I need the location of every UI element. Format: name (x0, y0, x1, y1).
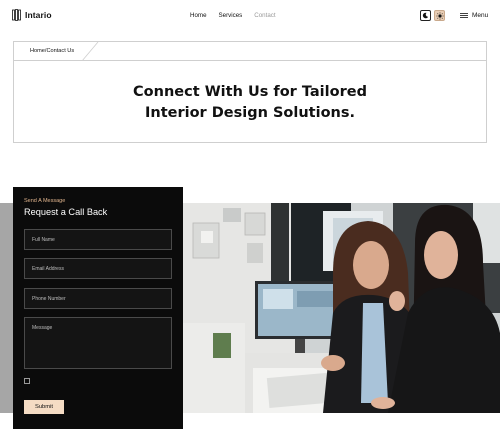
page-title: Connect With Us for Tailored Interior De… (14, 82, 486, 124)
logo[interactable]: Intario (12, 9, 52, 21)
message-field[interactable]: Message (24, 317, 172, 369)
submit-button[interactable]: Submit (24, 400, 64, 414)
nav-services[interactable]: Services (219, 12, 243, 19)
page-title-line-1: Connect With Us for Tailored (133, 84, 367, 100)
consent-checkbox[interactable] (24, 378, 30, 384)
page-title-line-2: Interior Design Solutions. (144, 105, 355, 121)
form-eyebrow: Send A Message (24, 198, 66, 204)
phone-placeholder: Phone Number (32, 296, 66, 302)
main-nav: Home Services Contact (190, 12, 276, 19)
breadcrumb-text[interactable]: Home/Contact Us (30, 48, 74, 54)
hamburger-icon (460, 13, 468, 18)
full-name-placeholder: Full Name (32, 237, 55, 243)
email-placeholder: Email Address (32, 266, 64, 272)
nav-contact[interactable]: Contact (254, 12, 275, 19)
sun-icon (435, 11, 444, 20)
menu-label: Menu (472, 12, 489, 19)
light-mode-button[interactable] (434, 10, 445, 21)
callback-form: Send A Message Request a Call Back Full … (13, 187, 183, 429)
site-header: Intario Home Services Contact Menu (0, 0, 500, 32)
email-field[interactable]: Email Address (24, 258, 172, 279)
form-title: Request a Call Back (24, 207, 108, 217)
moon-icon (422, 12, 429, 19)
hero-section: Home/Contact Us Connect With Us for Tail… (13, 41, 487, 143)
breadcrumb-divider (81, 42, 99, 61)
breadcrumb-bar: Home/Contact Us (14, 42, 486, 61)
dark-mode-button[interactable] (420, 10, 431, 21)
menu-button[interactable]: Menu (460, 12, 488, 19)
logo-text: Intario (25, 10, 52, 20)
message-placeholder: Message (32, 325, 53, 331)
full-name-field[interactable]: Full Name (24, 229, 172, 250)
office-team-photo (183, 203, 500, 413)
nav-home[interactable]: Home (190, 12, 207, 19)
logo-icon (12, 9, 21, 21)
breadcrumb: Home/Contact Us (14, 42, 102, 61)
phone-field[interactable]: Phone Number (24, 288, 172, 309)
